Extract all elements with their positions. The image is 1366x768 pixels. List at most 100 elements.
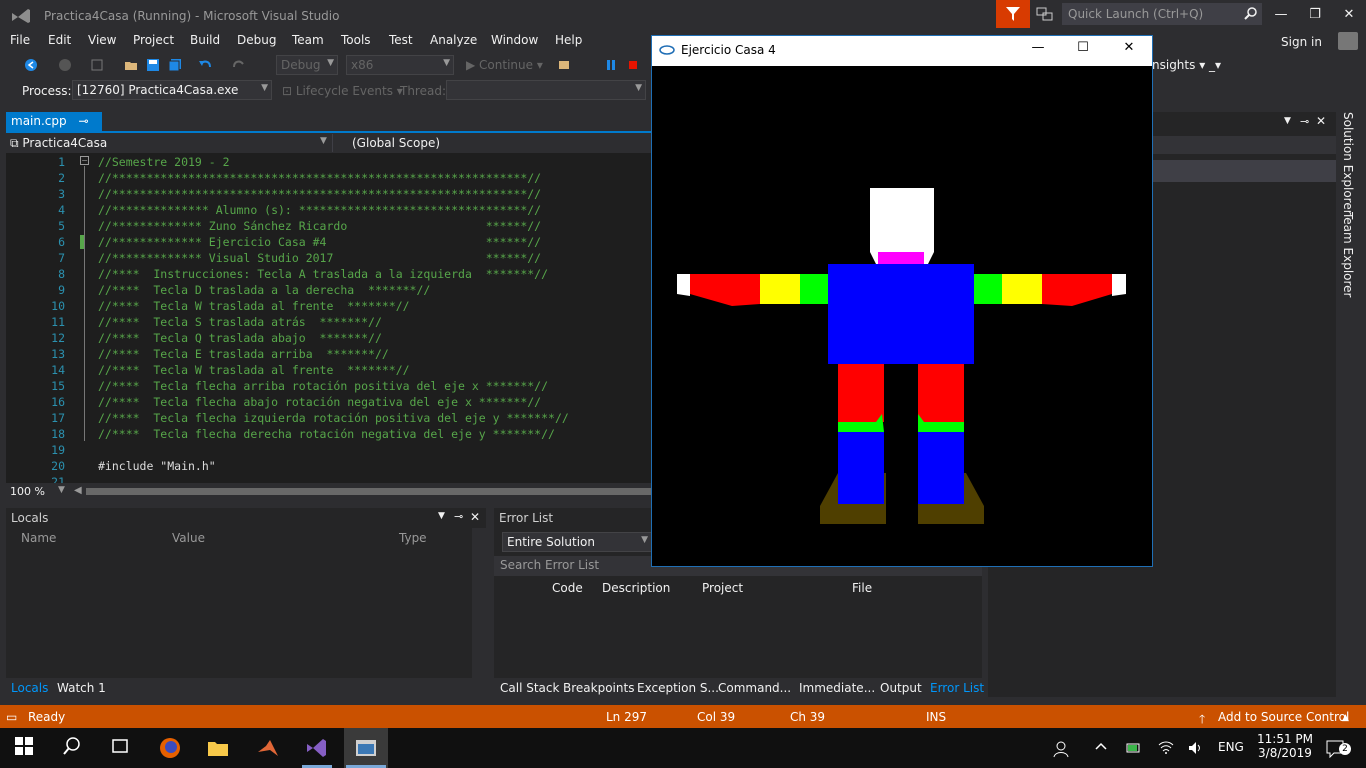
- config-combo[interactable]: Debug ▼: [276, 55, 338, 75]
- close-button[interactable]: ✕: [1332, 0, 1366, 28]
- tab-locals[interactable]: Locals: [11, 681, 48, 695]
- application-insights-button[interactable]: nsights ▾ _▾: [1152, 58, 1221, 72]
- scroll-left-icon[interactable]: ◀: [74, 485, 82, 496]
- pin-icon[interactable]: ⊸: [454, 510, 463, 523]
- back-icon[interactable]: [24, 58, 38, 72]
- tab-team-explorer[interactable]: Team Explorer: [1341, 212, 1355, 298]
- popup-maximize-button[interactable]: ☐: [1073, 40, 1093, 60]
- menu-test[interactable]: Test: [389, 33, 413, 47]
- stop-icon[interactable]: [626, 58, 640, 72]
- volume-icon[interactable]: [1188, 740, 1204, 759]
- tab-command-window[interactable]: Command...: [718, 681, 791, 695]
- thread-combo[interactable]: ▼: [446, 80, 646, 100]
- code-line[interactable]: //**** Tecla flecha arriba rotación posi…: [98, 379, 548, 393]
- code-line[interactable]: #include "Main.h": [98, 459, 216, 473]
- chevron-up-icon[interactable]: ▲: [1342, 713, 1349, 723]
- menu-edit[interactable]: Edit: [48, 33, 71, 47]
- redo-icon[interactable]: [232, 58, 246, 72]
- chevron-up-icon[interactable]: [1094, 740, 1108, 757]
- horizontal-scrollbar[interactable]: [86, 488, 652, 495]
- menu-analyze[interactable]: Analyze: [430, 33, 477, 47]
- minimize-button[interactable]: —: [1264, 0, 1298, 28]
- close-icon[interactable]: ✕: [1316, 114, 1326, 128]
- opengl-app-taskbar-button[interactable]: [344, 728, 388, 768]
- project-combo[interactable]: ⧉ Practica4Casa: [10, 136, 107, 151]
- chevron-down-icon[interactable]: ▼: [1284, 116, 1291, 126]
- feedback-icon[interactable]: [1036, 6, 1054, 22]
- tab-immediate-window[interactable]: Immediate...: [799, 681, 875, 695]
- code-editor[interactable]: − 1 //Semestre 2019 - 2 2 //***************…: [6, 153, 652, 483]
- pause-icon[interactable]: [604, 58, 618, 72]
- error-scope-combo[interactable]: Entire Solution ▼: [502, 532, 652, 552]
- solution-search-box[interactable]: [1152, 136, 1336, 154]
- menu-help[interactable]: Help: [555, 33, 582, 47]
- chevron-down-icon[interactable]: ▼: [438, 511, 445, 521]
- debug-target-icon[interactable]: [558, 58, 572, 72]
- ejercicio-casa-window[interactable]: [651, 35, 1153, 567]
- process-combo[interactable]: [12760] Practica4Casa.exe ▼: [72, 80, 272, 100]
- menu-project[interactable]: Project: [133, 33, 174, 47]
- close-icon[interactable]: ✕: [470, 510, 480, 524]
- popup-minimize-button[interactable]: —: [1028, 40, 1048, 60]
- vertical-scrollbar[interactable]: [472, 528, 486, 678]
- wifi-icon[interactable]: [1158, 740, 1174, 759]
- column-name[interactable]: Name: [21, 531, 56, 545]
- code-line[interactable]: //**** Tecla flecha izquierda rotación p…: [98, 411, 569, 425]
- column-project[interactable]: Project: [702, 581, 743, 595]
- opengl-render-canvas[interactable]: [652, 66, 1152, 566]
- code-line[interactable]: //**** Tecla W traslada al frente ******…: [98, 363, 410, 377]
- chevron-down-icon[interactable]: ▼: [320, 136, 327, 146]
- menu-view[interactable]: View: [88, 33, 116, 47]
- tab-main-cpp[interactable]: main.cpp ⊸ ✕: [6, 112, 102, 142]
- file-explorer-icon[interactable]: [206, 736, 230, 760]
- search-icon[interactable]: [1244, 6, 1258, 20]
- sign-in-link[interactable]: Sign in: [1281, 35, 1322, 49]
- platform-combo[interactable]: x86 ▼: [346, 55, 454, 75]
- popup-close-button[interactable]: ✕: [1119, 40, 1139, 60]
- column-file[interactable]: File: [852, 581, 872, 595]
- code-line[interactable]: //**** Tecla W traslada al frente ******…: [98, 299, 410, 313]
- code-line[interactable]: //Semestre 2019 - 2: [98, 155, 230, 169]
- code-line[interactable]: //**** Tecla S traslada atrás *******//: [98, 315, 382, 329]
- language-indicator[interactable]: ENG: [1218, 740, 1244, 754]
- forward-icon[interactable]: [58, 58, 72, 72]
- code-line[interactable]: //**** Tecla Q traslada abajo *******//: [98, 331, 382, 345]
- tab-exception-settings[interactable]: Exception S...: [637, 681, 719, 695]
- code-line[interactable]: //************** Alumno (s): ***********…: [98, 203, 541, 217]
- clock[interactable]: 11:51 PM 3/8/2019: [1257, 732, 1313, 760]
- new-project-icon[interactable]: [90, 58, 104, 72]
- save-all-icon[interactable]: [168, 58, 182, 72]
- menu-tools[interactable]: Tools: [341, 33, 371, 47]
- scope-combo[interactable]: (Global Scope): [352, 136, 440, 150]
- search-icon[interactable]: [62, 736, 86, 760]
- account-icon[interactable]: [1338, 32, 1358, 50]
- menu-team[interactable]: Team: [292, 33, 324, 47]
- menu-file[interactable]: File: [10, 33, 30, 47]
- code-line[interactable]: //************* Zuno Sánchez Ricardo ***…: [98, 219, 541, 233]
- quick-launch-input[interactable]: Quick Launch (Ctrl+Q): [1062, 3, 1262, 25]
- tab-breakpoints[interactable]: Breakpoints: [563, 681, 634, 695]
- column-description[interactable]: Description: [602, 581, 670, 595]
- tab-solution-explorer[interactable]: Solution Explorer: [1341, 112, 1355, 215]
- pin-icon[interactable]: ⊸: [78, 114, 88, 128]
- add-to-source-control-button[interactable]: Add to Source Control: [1218, 710, 1349, 724]
- code-line[interactable]: //************* Ejercicio Casa #4 ******…: [98, 235, 541, 249]
- code-line[interactable]: //**** Tecla E traslada arriba *******//: [98, 347, 389, 361]
- tab-error-list[interactable]: Error List: [930, 681, 984, 695]
- matlab-icon[interactable]: [256, 736, 280, 760]
- chevron-down-icon[interactable]: ▼: [58, 485, 65, 495]
- tab-output[interactable]: Output: [880, 681, 922, 695]
- pin-icon[interactable]: ⊸: [1300, 115, 1309, 128]
- menu-build[interactable]: Build: [190, 33, 220, 47]
- collapse-icon[interactable]: −: [80, 156, 89, 165]
- code-line[interactable]: //**** Tecla flecha derecha rotación neg…: [98, 427, 555, 441]
- code-line[interactable]: //**** Instrucciones: Tecla A traslada a…: [98, 267, 548, 281]
- people-icon[interactable]: [1052, 740, 1070, 761]
- firefox-icon[interactable]: [158, 736, 182, 760]
- tab-call-stack[interactable]: Call Stack: [500, 681, 559, 695]
- code-line[interactable]: //**** Tecla flecha abajo rotación negat…: [98, 395, 541, 409]
- code-line[interactable]: //**************************************…: [98, 171, 541, 185]
- column-code[interactable]: Code: [552, 581, 583, 595]
- save-icon[interactable]: [146, 58, 160, 72]
- continue-button[interactable]: ▶ Continue ▾: [466, 58, 543, 72]
